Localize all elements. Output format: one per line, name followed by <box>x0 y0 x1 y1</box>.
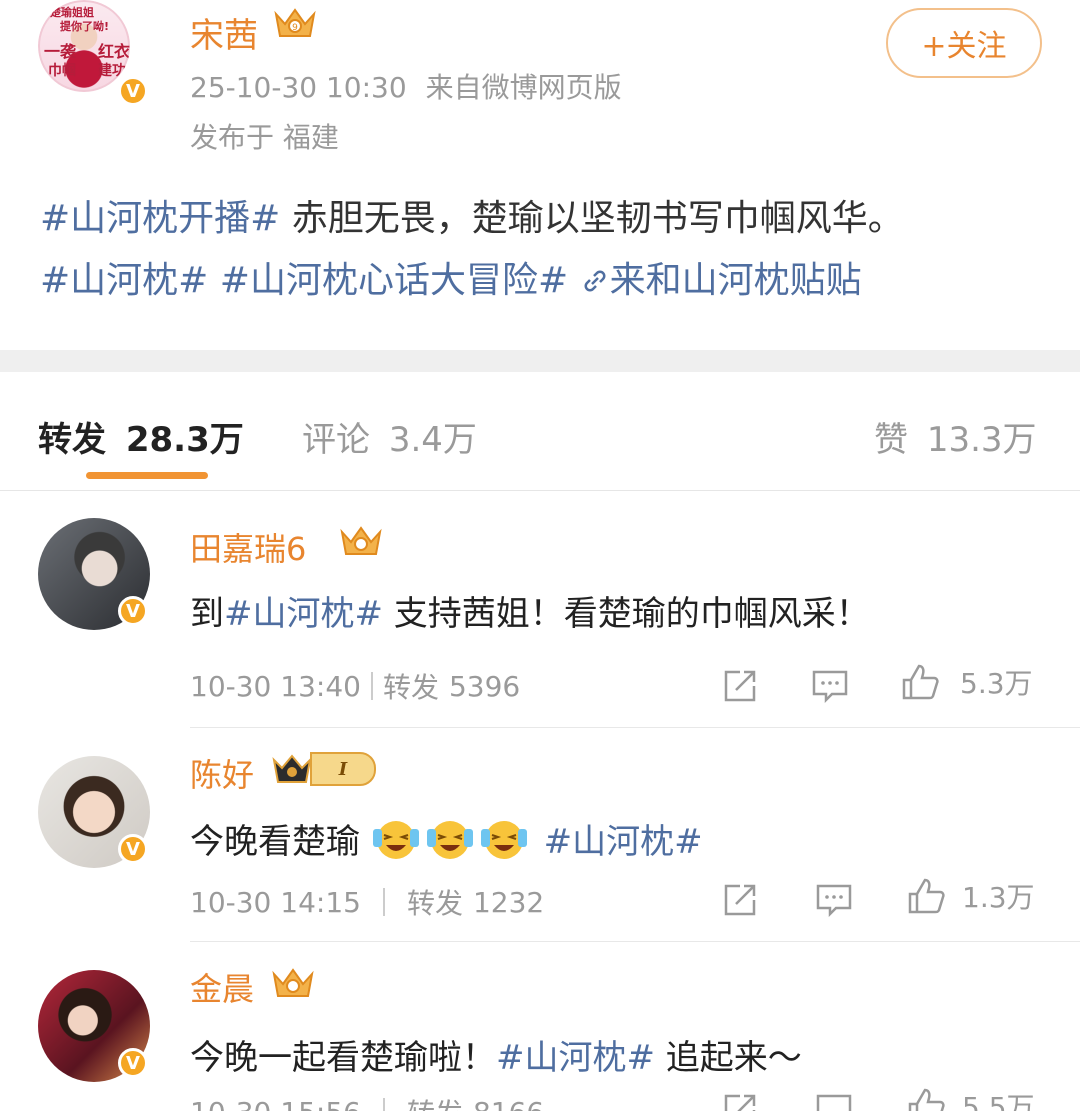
active-tab-indicator <box>86 472 208 479</box>
like-count: 1.3万 <box>962 881 1035 914</box>
hashtag-link[interactable]: #山河枕# <box>544 822 703 862</box>
avatar-text: 提你了呦! <box>60 20 110 33</box>
crown-icon <box>272 754 312 783</box>
comment-time: 10-30 13:40 <box>190 669 361 703</box>
post-time: 25-10-30 10:30 <box>190 71 407 104</box>
comment-text-part: 支持茜姐！看楚瑜的巾帼风采！ <box>382 594 870 634</box>
post-source[interactable]: 来自微博网页版 <box>426 71 622 104</box>
interaction-tabs: 转发 28.3万 评论 3.4万 赞 13.3万 <box>0 372 1080 491</box>
share-icon[interactable] <box>720 666 760 706</box>
comment-repost-count: 8166 <box>473 1096 544 1111</box>
post-meta: 25-10-30 10:30 来自微博网页版 <box>190 66 622 106</box>
tab-repost-label: 转发 <box>38 420 106 460</box>
post-body: #山河枕开播# 赤胆无畏，楚瑜以坚韧书写巾帼风华。 #山河枕# #山河枕心话大冒… <box>40 188 1050 312</box>
like-count: 5.3万 <box>960 667 1033 700</box>
meta-separator <box>382 1098 385 1111</box>
hashtag-link[interactable]: #山河枕# <box>224 594 383 634</box>
crown-icon <box>340 526 382 555</box>
list-item: V 陈好 I 今晚看楚瑜 #山河枕# 10-30 14:15 转发 1232 1… <box>0 728 1080 942</box>
hashtag-link[interactable]: #山河枕心话大冒险# <box>220 260 568 301</box>
comment-repost-label: 转发 <box>406 887 463 920</box>
link-text: 来和山河枕贴贴 <box>609 260 862 301</box>
laughing-crying-emoji-icon <box>480 821 527 859</box>
comment-author-name[interactable]: 田嘉瑞6 <box>190 524 306 570</box>
comment-repost-count: 5396 <box>448 669 521 703</box>
link-icon <box>584 270 606 292</box>
verified-v-icon: V <box>118 1048 148 1078</box>
super-topic-link[interactable]: 来和山河枕贴贴 <box>580 260 862 301</box>
comment-text-part: 今晚看楚瑜 <box>190 822 360 862</box>
laughing-crying-emoji-icon <box>372 821 419 859</box>
tab-like-count: 13.3万 <box>926 420 1037 460</box>
verified-v-icon: V <box>118 834 148 864</box>
avatar-text: 建功 <box>98 63 126 79</box>
member-badge: I <box>270 750 376 788</box>
tab-comment[interactable]: 评论 3.4万 <box>302 412 477 461</box>
like-button[interactable]: 5.3万 <box>900 662 1033 702</box>
like-button[interactable]: 1.3万 <box>906 876 1035 916</box>
list-item: V 金晨 今晚一起看楚瑜啦！#山河枕# 追起来～ 10-30 15:56 转发 … <box>0 942 1080 1111</box>
post-body-line: #山河枕# #山河枕心话大冒险# 来和山河枕贴贴 <box>40 250 1050 312</box>
avatar-text: 一袭 <box>44 42 77 61</box>
tab-repost-count: 28.3万 <box>125 420 244 460</box>
hashtag-link[interactable]: #山河枕# <box>496 1038 655 1078</box>
meta-separator <box>370 672 373 700</box>
like-button[interactable]: 5.5万 <box>906 1086 1035 1111</box>
list-item: V 田嘉瑞6 到#山河枕# 支持茜姐！看楚瑜的巾帼风采！ 10-30 13:40… <box>0 490 1080 728</box>
tab-repost[interactable]: 转发 28.3万 <box>38 412 244 461</box>
verified-v-icon: V <box>118 76 148 106</box>
section-divider <box>0 350 1080 372</box>
post-text: 赤胆无畏，楚瑜以坚韧书写巾帼风华。 <box>280 198 904 239</box>
post-author-name[interactable]: 宋茜 <box>190 8 258 57</box>
laughing-crying-emoji-icon <box>426 821 473 859</box>
comment-time: 10-30 14:15 <box>190 885 361 919</box>
post-location: 发布于 福建 <box>190 121 339 154</box>
comment-meta: 10-30 13:40 转发 5396 <box>190 666 520 706</box>
meta-separator <box>382 888 385 916</box>
comment-icon[interactable] <box>814 1090 854 1111</box>
comment-repost-label: 转发 <box>407 1092 463 1111</box>
comment-text: 今晚看楚瑜 #山河枕# <box>190 814 703 863</box>
post-author-avatar[interactable]: 楚瑜姐姐 提你了呦! 一袭 红衣 巾帼 建功 <box>38 0 130 92</box>
comment-time: 10-30 15:56 <box>190 1096 361 1111</box>
comment-text-part: 到 <box>190 594 224 634</box>
avatar-text: 红衣 <box>98 42 130 61</box>
comment-meta: 10-30 14:15 转发 1232 <box>190 882 544 922</box>
thumb-up-icon <box>908 1088 945 1111</box>
crown-icon: 9 <box>274 8 316 37</box>
comment-text-part: 追起来～ <box>654 1038 802 1078</box>
like-count: 5.5万 <box>962 1091 1035 1111</box>
comment-icon[interactable] <box>814 880 854 920</box>
avatar-text: 巾帼 <box>48 63 76 79</box>
comment-text: 到#山河枕# 支持茜姐！看楚瑜的巾帼风采！ <box>190 586 870 635</box>
verified-v-icon: V <box>118 596 148 626</box>
comment-text: 今晚一起看楚瑜啦！#山河枕# 追起来～ <box>190 1030 802 1079</box>
hashtag-link[interactable]: #山河枕# <box>40 260 208 301</box>
svg-text:9: 9 <box>292 23 298 33</box>
follow-button[interactable]: +关注 <box>886 8 1042 78</box>
comment-meta: 10-30 15:56 转发 8166 <box>190 1092 544 1111</box>
comment-author-name[interactable]: 陈好 <box>190 750 254 796</box>
thumb-up-icon <box>908 878 945 914</box>
post-body-line: #山河枕开播# 赤胆无畏，楚瑜以坚韧书写巾帼风华。 <box>40 188 1050 250</box>
comment-repost-count: 1232 <box>472 885 545 919</box>
crown-icon <box>272 968 314 997</box>
tab-like-label: 赞 <box>874 420 908 460</box>
tab-comment-count: 3.4万 <box>388 420 477 460</box>
level-badge: I <box>310 752 376 786</box>
share-icon[interactable] <box>720 1090 760 1111</box>
share-icon[interactable] <box>720 880 760 920</box>
hashtag-link[interactable]: #山河枕开播# <box>40 198 280 239</box>
comment-author-name[interactable]: 金晨 <box>190 964 254 1010</box>
thumb-up-icon <box>902 664 939 700</box>
tab-like[interactable]: 赞 13.3万 <box>874 412 1037 461</box>
comment-text-part: 今晚一起看楚瑜啦！ <box>190 1038 496 1078</box>
comment-repost-label: 转发 <box>382 671 439 704</box>
tab-comment-label: 评论 <box>302 420 370 460</box>
comment-icon[interactable] <box>810 666 850 706</box>
